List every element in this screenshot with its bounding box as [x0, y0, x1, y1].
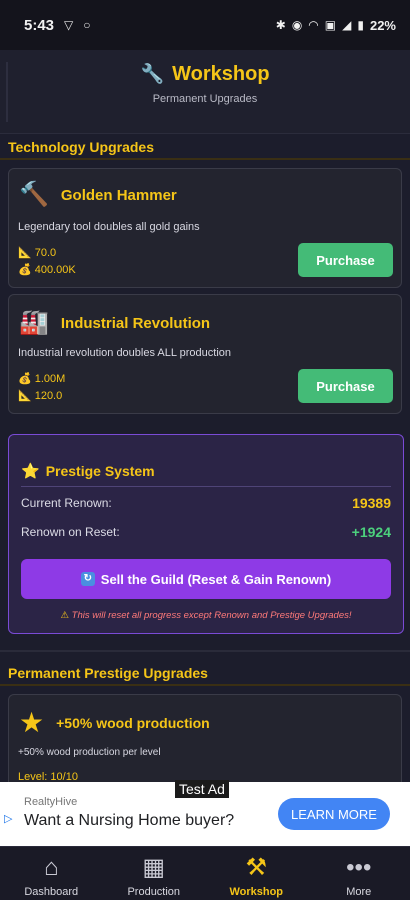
sell-guild-label: Sell the Guild (Reset & Gain Renown): [100, 571, 332, 587]
status-time: 5:43: [24, 16, 55, 34]
circle-icon: ○: [83, 18, 91, 32]
section-divider: [0, 650, 410, 652]
dots-icon: •••: [346, 854, 372, 881]
card-description: Industrial revolution doubles ALL produc…: [18, 347, 232, 359]
bottom-nav: ⌂ Dashboard ▦ Production ⚒ Workshop ••• …: [0, 846, 410, 900]
stat-value: 400.00K: [34, 263, 76, 276]
prestige-upgrades-title: Permanent Prestige Upgrades: [8, 665, 208, 681]
tech-section-title: Technology Upgrades: [8, 139, 154, 155]
nav-label: Workshop: [229, 886, 284, 898]
prestige-title: Prestige System: [45, 463, 155, 479]
factory-icon: 🏭: [19, 309, 49, 336]
card-header: 🔨 Golden Hammer: [19, 181, 177, 209]
renown-on-reset-label: Renown on Reset:: [21, 525, 120, 539]
money-bag-icon: 💰: [18, 264, 32, 276]
upgrade-card-golden-hammer: 🔨 Golden Hammer Legendary tool doubles a…: [8, 168, 402, 288]
ad-choices-icon[interactable]: ▷: [4, 812, 12, 825]
nav-item-workshop[interactable]: ⚒ Workshop: [205, 847, 308, 900]
stat-value: 70.0: [34, 246, 57, 259]
current-renown-row: Current Renown: 19389: [21, 495, 391, 511]
page-subtitle: Permanent Upgrades: [152, 93, 258, 105]
status-left: 5:43 ▽ ○: [24, 17, 91, 34]
cost-stat: 💰 400.00K: [18, 263, 76, 277]
ad-banner[interactable]: Test Ad ▷ RealtyHive Want a Nursing Home…: [0, 780, 410, 846]
current-renown-value: 19389: [352, 495, 391, 511]
wifi-icon: ◠: [308, 18, 319, 32]
card-title: Golden Hammer: [60, 186, 177, 204]
signal-icon: ◢: [342, 18, 352, 32]
card-description: +50% wood production per level: [18, 747, 161, 758]
header-title-row: 🔧 Workshop: [0, 62, 410, 86]
prestige-panel: ⭐ Prestige System Current Renown: 19389 …: [8, 434, 404, 634]
stat-value: 120.0: [34, 389, 63, 402]
refresh-icon: ↻: [80, 572, 95, 586]
learn-more-button[interactable]: LEARN MORE: [278, 798, 390, 830]
card-description: Legendary tool doubles all gold gains: [18, 221, 200, 233]
page-header: 🔧 Workshop Permanent Upgrades: [0, 50, 410, 134]
current-renown-label: Current Renown:: [21, 496, 112, 510]
renown-on-reset-row: Renown on Reset: +1924: [21, 524, 391, 540]
v-shield-icon: ▽: [64, 18, 74, 32]
building-icon: ▦: [142, 854, 166, 881]
stat-value: 1.00M: [34, 372, 66, 385]
nav-item-more[interactable]: ••• More: [308, 847, 410, 900]
section-divider: [0, 158, 410, 160]
section-divider: [0, 684, 410, 686]
reset-warning: ⚠ This will reset all progress except Re…: [9, 610, 403, 621]
purchase-button[interactable]: Purchase: [298, 243, 393, 277]
ruler-icon: 📐: [18, 390, 32, 402]
money-bag-icon: 💰: [18, 373, 32, 385]
warning-icon: ⚠: [60, 610, 70, 621]
tools-icon: ⚒: [245, 854, 267, 881]
star-icon: ★: [19, 707, 45, 738]
star-icon: ⭐: [21, 463, 40, 480]
ruler-icon: 📐: [18, 247, 32, 259]
upgrade-card-industrial-revolution: 🏭 Industrial Revolution Industrial revol…: [8, 294, 402, 414]
card-header: 🏭 Industrial Revolution: [19, 309, 210, 337]
wrench-icon: 🔧: [140, 64, 165, 85]
card-title: +50% wood production: [56, 715, 210, 731]
status-bar: 5:43 ▽ ○ ✱ ◉ ◠ ▣ ◢ ▮ 22%: [0, 0, 410, 50]
prestige-divider: [21, 486, 391, 487]
ad-advertiser: RealtyHive: [24, 796, 78, 808]
volte-icon: ▣: [324, 18, 337, 32]
bluetooth-icon: ✱: [275, 18, 286, 32]
battery-icon: ▮: [357, 18, 364, 32]
cost-stat: 💰 1.00M: [18, 372, 66, 386]
nav-item-dashboard[interactable]: ⌂ Dashboard: [0, 847, 103, 900]
reset-warning-text: This will reset all progress except Reno…: [71, 610, 352, 621]
nav-label: Dashboard: [24, 886, 79, 898]
nav-item-production[interactable]: ▦ Production: [103, 847, 206, 900]
battery-percent: 22%: [369, 17, 396, 33]
location-icon: ◉: [291, 18, 303, 32]
header-edge-line: [6, 62, 8, 122]
cost-stat: 📐 70.0: [18, 246, 57, 260]
prestige-header: ⭐ Prestige System: [21, 462, 155, 480]
page-title: Workshop: [172, 62, 270, 85]
ad-tag: Test Ad: [175, 780, 229, 798]
card-header: ★ +50% wood production: [19, 709, 210, 737]
status-right: ✱ ◉ ◠ ▣ ◢ ▮ 22%: [276, 18, 396, 33]
hammer-icon: 🔨: [19, 181, 49, 208]
ad-headline: Want a Nursing Home buyer?: [24, 812, 235, 829]
renown-on-reset-value: +1924: [351, 524, 391, 540]
purchase-button[interactable]: Purchase: [298, 369, 393, 403]
cost-stat: 📐 120.0: [18, 389, 63, 403]
nav-label: Production: [127, 886, 181, 898]
nav-label: More: [346, 886, 372, 898]
card-title: Industrial Revolution: [60, 314, 211, 332]
sell-guild-button[interactable]: ↻ Sell the Guild (Reset & Gain Renown): [21, 559, 391, 599]
house-icon: ⌂: [44, 854, 59, 881]
